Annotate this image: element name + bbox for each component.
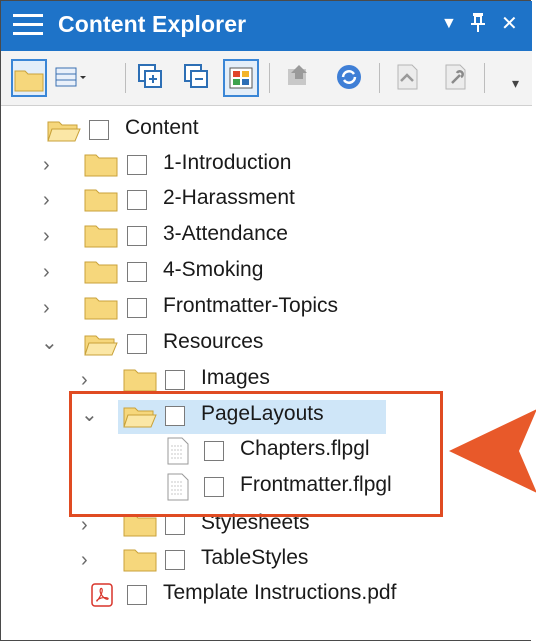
open-folder-icon: [47, 121, 81, 142]
folder-icon: [14, 70, 44, 92]
tree-item-label: Resources: [163, 330, 264, 353]
toolbar: ▾: [1, 51, 532, 106]
tree-item-folder[interactable]: › 4-Smoking: [1, 254, 532, 288]
checkbox[interactable]: [127, 155, 147, 175]
checkbox[interactable]: [89, 120, 109, 140]
expand-all-icon: [138, 64, 162, 88]
chevron-right-icon[interactable]: ›: [43, 225, 50, 248]
hamburger-menu-icon[interactable]: [13, 14, 43, 36]
panel-title: Content Explorer: [58, 11, 247, 37]
check-in-button[interactable]: [389, 59, 425, 97]
tree-item-label: Frontmatter-Topics: [163, 294, 339, 317]
tree-item-folder[interactable]: › 3-Attendance: [1, 218, 532, 252]
checkbox[interactable]: [127, 334, 147, 354]
pin-icon[interactable]: [471, 11, 485, 39]
properties-button[interactable]: [437, 59, 473, 97]
tree-item-folder[interactable]: › 2-Harassment: [1, 182, 532, 216]
content-tree: Content › 1-Introduction › 2-Harassment …: [1, 105, 536, 642]
chevron-right-icon[interactable]: ›: [81, 369, 88, 392]
tree-item-folder[interactable]: › Frontmatter-Topics: [1, 290, 532, 324]
collapse-all-button[interactable]: [179, 59, 215, 97]
folder-icon: [84, 189, 118, 212]
bind-icon: [288, 65, 307, 85]
folder-icon: [84, 297, 118, 320]
tree-item-label: Content: [125, 116, 199, 139]
sync-icon: [337, 65, 361, 89]
toolbar-separator: [379, 63, 380, 93]
bind-button[interactable]: [281, 59, 317, 97]
tree-item-content[interactable]: Content: [1, 112, 532, 146]
folder-icon: [84, 261, 118, 284]
properties-icon: [445, 64, 466, 90]
content-explorer-panel: Content Explorer ▼ ✕ ▾ Content › 1-Intro…: [0, 0, 536, 642]
chevron-right-icon[interactable]: ›: [81, 514, 88, 537]
callout-arrow-icon: [449, 409, 536, 493]
checkbox[interactable]: [165, 515, 185, 535]
show-files-button[interactable]: [223, 59, 259, 97]
folder-icon: [84, 154, 118, 177]
checkbox[interactable]: [127, 226, 147, 246]
checkbox[interactable]: [127, 190, 147, 210]
panel-options-dropdown-icon[interactable]: ▼: [441, 15, 457, 33]
sync-button[interactable]: [331, 59, 367, 97]
chevron-right-icon[interactable]: ›: [43, 297, 50, 320]
close-icon[interactable]: ✕: [501, 11, 518, 36]
tree-item-label: 3-Attendance: [163, 222, 288, 245]
panel-title-bar: Content Explorer ▼ ✕: [1, 1, 532, 51]
folder-icon: [123, 369, 157, 392]
chevron-right-icon[interactable]: ›: [43, 189, 50, 212]
grid-layout-icon: [55, 67, 86, 87]
tree-item-folder[interactable]: › TableStyles: [1, 542, 532, 576]
chevron-right-icon[interactable]: ›: [43, 261, 50, 284]
expand-all-button[interactable]: [133, 59, 169, 97]
tree-item-file[interactable]: Template Instructions.pdf: [1, 577, 532, 611]
checkbox[interactable]: [165, 550, 185, 570]
toolbar-overflow-icon[interactable]: ▾: [512, 75, 519, 92]
tree-item-label: TableStyles: [201, 546, 309, 569]
folder-icon: [84, 225, 118, 248]
tree-item-folder[interactable]: ⌄ Resources: [1, 326, 532, 360]
chevron-right-icon[interactable]: ›: [43, 154, 50, 177]
toolbar-separator: [484, 63, 485, 93]
open-folder-icon: [84, 335, 118, 356]
tree-item-label: 1-Introduction: [163, 151, 292, 174]
folder-icon: [123, 549, 157, 572]
pdf-file-icon: [91, 583, 113, 607]
checkbox[interactable]: [165, 370, 185, 390]
checkbox[interactable]: [127, 298, 147, 318]
toolbar-separator: [125, 63, 126, 93]
tree-item-label: Template Instructions.pdf: [163, 581, 397, 604]
check-in-icon: [397, 64, 418, 90]
checkbox[interactable]: [127, 262, 147, 282]
color-grid-icon: [229, 67, 253, 89]
tree-item-label: 2-Harassment: [163, 186, 295, 209]
chevron-down-icon[interactable]: ⌄: [41, 330, 58, 355]
collapse-all-icon: [184, 64, 208, 88]
toolbar-separator: [269, 63, 270, 93]
callout-highlight-box: [69, 391, 443, 517]
checkbox[interactable]: [127, 585, 147, 605]
tree-item-folder[interactable]: › 1-Introduction: [1, 147, 532, 181]
tree-item-label: 4-Smoking: [163, 258, 264, 281]
chevron-right-icon[interactable]: ›: [81, 549, 88, 572]
folder-view-button[interactable]: [11, 59, 47, 97]
tree-item-label: Images: [201, 366, 270, 389]
layout-dropdown-button[interactable]: [53, 59, 89, 97]
